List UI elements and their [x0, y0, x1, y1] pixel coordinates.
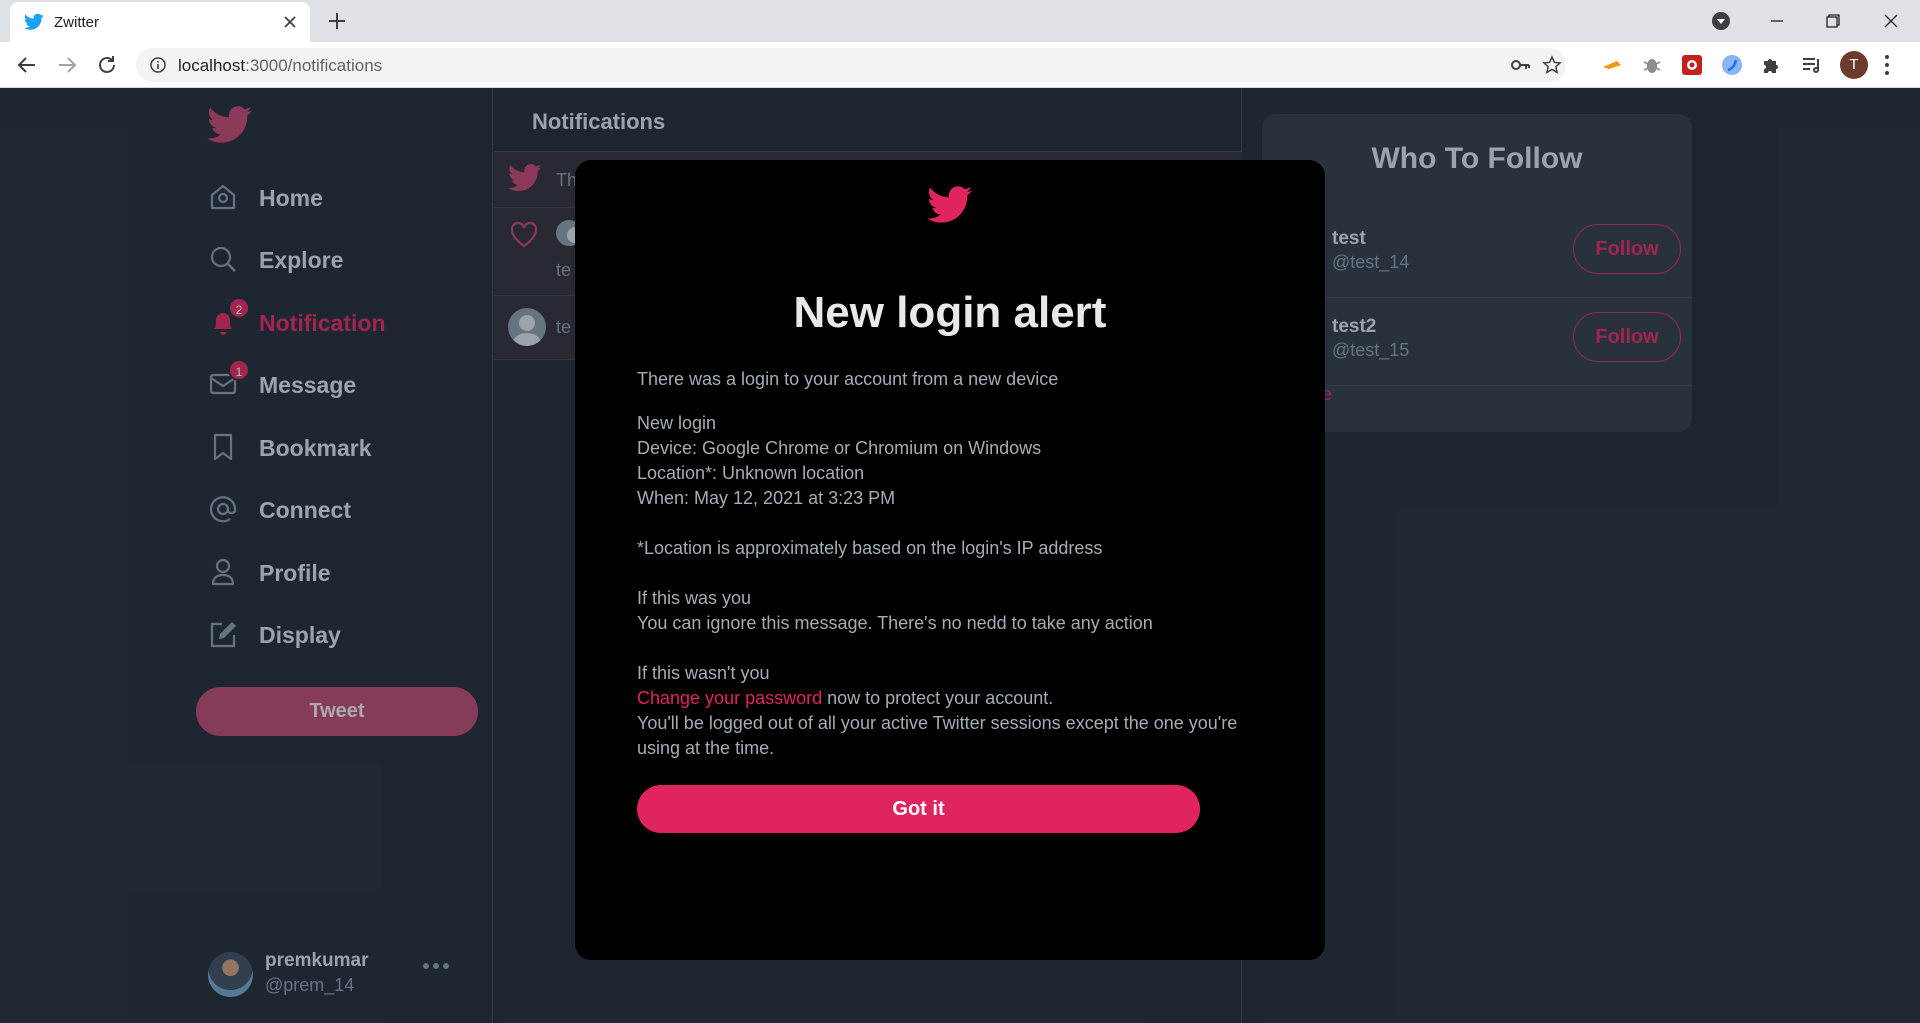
was-you-section: If this was you You can ignore this mess…: [637, 586, 1277, 636]
detail-line: When: May 12, 2021 at 3:23 PM: [637, 488, 896, 508]
detail-line: Location*: Unknown location: [637, 463, 865, 483]
extensions-puzzle-icon[interactable]: [1760, 53, 1784, 77]
alert-intro: There was a login to your account from a…: [637, 369, 1059, 389]
browser-toolbar: localhost:3000/notifications T: [0, 42, 1920, 88]
profile-avatar[interactable]: T: [1840, 51, 1868, 79]
close-window-icon[interactable]: [1878, 8, 1904, 34]
site-info-icon[interactable]: [150, 57, 166, 73]
restore-icon[interactable]: [1820, 8, 1846, 34]
change-password-link[interactable]: Change your password: [637, 688, 822, 708]
extension-blue-icon[interactable]: [1720, 53, 1744, 77]
twitter-logo-icon: [927, 186, 973, 224]
got-it-button[interactable]: Got it: [637, 785, 1200, 833]
bookmark-star-icon[interactable]: [1542, 55, 1562, 75]
media-queue-icon[interactable]: [1800, 53, 1824, 77]
not-you-heading: If this wasn't you: [637, 663, 770, 683]
browser-tab[interactable]: Zwitter: [10, 2, 310, 42]
minimize-icon[interactable]: [1764, 8, 1790, 34]
not-you-section: If this wasn't you Change your password …: [637, 661, 1277, 761]
tab-close-icon[interactable]: [280, 12, 300, 32]
change-password-rest: now to protect your account.: [822, 688, 1054, 708]
reload-icon[interactable]: [95, 53, 119, 77]
detail-line: Device: Google Chrome or Chromium on Win…: [637, 438, 1042, 458]
login-details: New login Device: Google Chrome or Chrom…: [637, 411, 1277, 511]
tab-search-icon[interactable]: [1710, 10, 1732, 32]
modal-title: New login alert: [793, 288, 1107, 337]
forward-icon[interactable]: [55, 53, 79, 77]
detail-line: New login: [637, 413, 717, 433]
was-you-heading: If this was you: [637, 588, 752, 608]
browser-menu-icon[interactable]: [1884, 53, 1890, 77]
extension-orange-icon[interactable]: [1600, 53, 1624, 77]
extension-bug-icon[interactable]: [1640, 53, 1664, 77]
modal-body: There was a login to your account from a…: [637, 367, 1277, 780]
extension-red-icon[interactable]: [1680, 53, 1704, 77]
back-icon[interactable]: [15, 53, 39, 77]
url-text: localhost:3000/notifications: [178, 56, 383, 75]
tab-title: Zwitter: [54, 14, 99, 31]
login-alert-modal: New login alert There was a login to you…: [575, 160, 1325, 960]
browser-tab-bar: Zwitter: [0, 0, 1920, 42]
logout-note: You'll be logged out of all your active …: [637, 713, 1238, 758]
address-bar[interactable]: localhost:3000/notifications: [136, 48, 1566, 82]
was-you-text: You can ignore this message. There's no …: [637, 613, 1153, 633]
password-key-icon[interactable]: [1510, 56, 1530, 74]
twitter-favicon-icon: [24, 13, 44, 31]
new-tab-icon[interactable]: [326, 10, 348, 32]
location-note: *Location is approximately based on the …: [637, 538, 1103, 558]
